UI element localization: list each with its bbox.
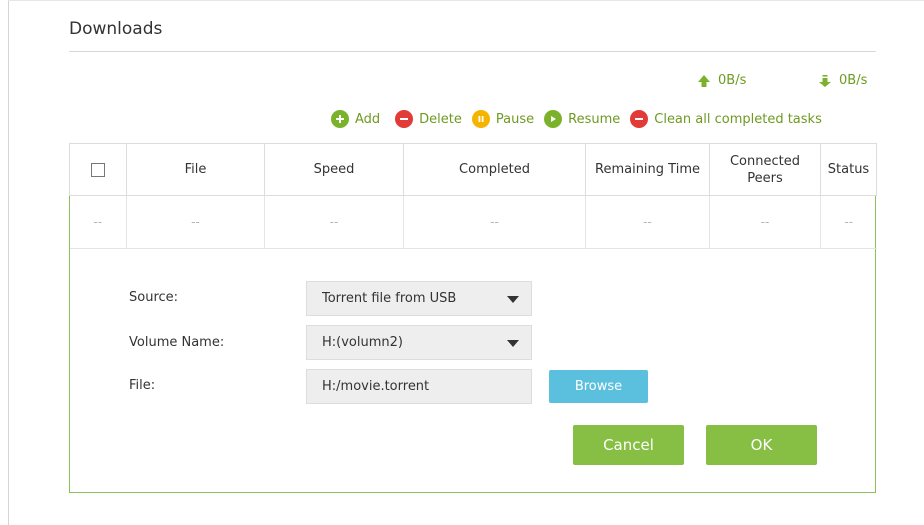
header-connected-peers: Connected Peers	[709, 143, 821, 196]
pause-label: Pause	[495, 111, 535, 127]
minus-circle-icon	[395, 110, 414, 128]
header-select-cell	[69, 143, 127, 196]
volume-name-select-value: H:(volumn2)	[322, 335, 403, 350]
volume-name-select[interactable]: H:(volumn2)	[306, 325, 532, 360]
file-path-value: H:/movie.torrent	[322, 379, 430, 394]
page-frame-top-border	[8, 0, 924, 1]
add-button[interactable]: Add	[331, 110, 380, 128]
table-cell: --	[403, 195, 586, 249]
table-row: -- -- -- -- -- -- --	[69, 195, 877, 249]
table-cell: --	[126, 195, 265, 249]
download-rate-value: 0B/s	[839, 73, 868, 88]
header-completed: Completed	[403, 143, 586, 196]
header-file: File	[126, 143, 265, 196]
task-toolbar: Add Delete Pause Resume Clean all comple…	[331, 109, 822, 129]
delete-button[interactable]: Delete	[395, 110, 462, 128]
file-path-field[interactable]: H:/movie.torrent	[306, 369, 532, 404]
cancel-button[interactable]: Cancel	[573, 425, 684, 465]
downloads-table: File Speed Completed Remaining Time Conn…	[69, 143, 877, 249]
arrow-down-icon	[819, 74, 831, 87]
browse-button[interactable]: Browse	[549, 370, 648, 403]
minus-circle-icon	[630, 110, 649, 128]
volume-name-label: Volume Name:	[129, 335, 225, 350]
select-all-checkbox[interactable]	[91, 162, 105, 177]
pause-circle-icon	[471, 110, 490, 128]
title-divider	[69, 51, 876, 52]
clean-completed-button[interactable]: Clean all completed tasks	[630, 110, 822, 128]
source-select[interactable]: Torrent file from USB	[306, 281, 532, 316]
upload-rate: 0B/s	[697, 73, 746, 88]
resume-label: Resume	[568, 111, 621, 127]
ok-button[interactable]: OK	[706, 425, 817, 465]
pause-button[interactable]: Pause	[471, 110, 535, 128]
table-cell: --	[709, 195, 821, 249]
download-rate: 0B/s	[818, 73, 867, 88]
header-status: Status	[820, 143, 877, 196]
table-cell: --	[264, 195, 404, 249]
table-cell: --	[820, 195, 877, 249]
play-circle-icon	[544, 110, 563, 128]
source-label: Source:	[129, 290, 179, 305]
plus-circle-icon	[331, 110, 349, 128]
caret-down-icon	[507, 340, 519, 347]
table-cell: --	[69, 195, 127, 249]
table-cell: --	[585, 195, 710, 249]
caret-down-icon	[507, 296, 519, 303]
section-title: Downloads	[69, 19, 163, 39]
clean-completed-label: Clean all completed tasks	[654, 111, 822, 127]
table-header-row: File Speed Completed Remaining Time Conn…	[69, 143, 877, 196]
arrow-up-icon	[698, 74, 710, 87]
upload-rate-value: 0B/s	[718, 73, 747, 88]
header-speed: Speed	[264, 143, 404, 196]
add-label: Add	[355, 111, 381, 127]
page-frame-left-border	[8, 0, 9, 525]
header-remaining-time: Remaining Time	[585, 143, 710, 196]
file-label: File:	[129, 378, 156, 393]
delete-label: Delete	[419, 111, 462, 127]
source-select-value: Torrent file from USB	[322, 291, 457, 306]
resume-button[interactable]: Resume	[544, 110, 620, 128]
